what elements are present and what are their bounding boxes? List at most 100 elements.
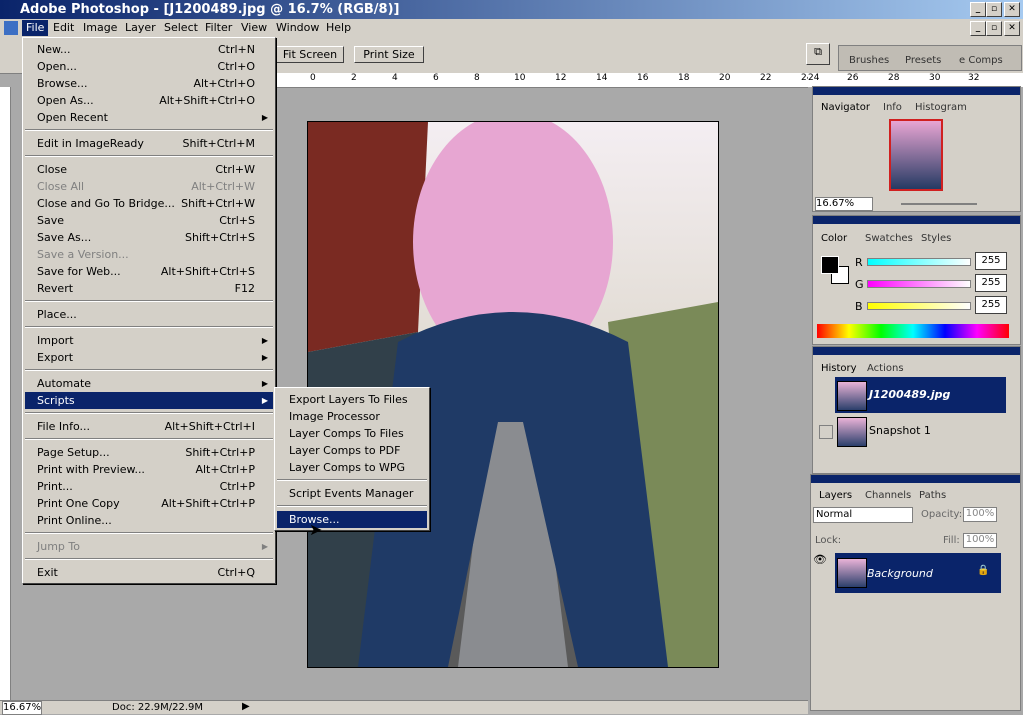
item-shortcut: Alt+Shift+Ctrl+P xyxy=(161,497,255,510)
menu-item-print-online[interactable]: Print Online... xyxy=(25,512,273,529)
restore-icon[interactable]: ▫ xyxy=(986,2,1002,17)
r-slider[interactable] xyxy=(867,258,971,266)
menu-item-file-info[interactable]: File Info... Alt+Shift+Ctrl+I xyxy=(25,418,273,435)
menu-item-close-go-to-bridge[interactable]: Close and Go To Bridge... Shift+Ctrl+W xyxy=(25,195,273,212)
r-value-field[interactable]: 255 xyxy=(975,252,1007,270)
menu-separator xyxy=(25,558,273,560)
menu-item-import[interactable]: Import ▶ xyxy=(25,332,273,349)
item-shortcut: Alt+Ctrl+P xyxy=(195,463,255,476)
doc-restore-icon[interactable]: ▫ xyxy=(986,21,1002,36)
menu-item-layer-comps-to-files[interactable]: Layer Comps To Files xyxy=(277,425,427,442)
foreground-color-swatch[interactable] xyxy=(821,256,839,274)
item-label: Print One Copy xyxy=(37,497,120,510)
menu-item-place[interactable]: Place... xyxy=(25,306,273,323)
app-icon[interactable] xyxy=(4,21,18,35)
blend-mode-select[interactable]: Normal xyxy=(813,507,913,523)
g-value-field[interactable]: 255 xyxy=(975,274,1007,292)
status-arrow-icon[interactable]: ▶ xyxy=(242,701,250,712)
item-label: Automate xyxy=(37,377,92,390)
palette-titlebar xyxy=(813,347,1020,355)
menu-item-save-for-web[interactable]: Save for Web... Alt+Shift+Ctrl+S xyxy=(25,263,273,280)
doc-minimize-icon[interactable]: _ xyxy=(970,21,986,36)
menu-item-open-as[interactable]: Open As... Alt+Shift+Ctrl+O xyxy=(25,92,273,109)
item-label: Edit in ImageReady xyxy=(37,137,144,150)
fit-screen-button[interactable]: Fit Screen xyxy=(276,46,344,63)
tab-layers[interactable]: Layers xyxy=(815,489,857,502)
item-label: Save a Version... xyxy=(37,248,129,261)
palette-titlebar xyxy=(813,87,1020,95)
menu-layer[interactable]: Layer xyxy=(121,20,160,36)
menu-item-close[interactable]: Close Ctrl+W xyxy=(25,161,273,178)
menu-item-export-layers-to-files[interactable]: Export Layers To Files xyxy=(277,391,427,408)
menu-view[interactable]: View xyxy=(237,20,271,36)
menu-item-scripts[interactable]: Scripts ▶ xyxy=(25,392,273,409)
tab-presets[interactable]: Presets xyxy=(901,54,945,67)
menu-item-layer-comps-to-pdf[interactable]: Layer Comps to PDF xyxy=(277,442,427,459)
history-source-checkbox[interactable] xyxy=(819,425,833,439)
menu-item-revert[interactable]: Revert F12 xyxy=(25,280,273,297)
navigator-zoom-slider[interactable] xyxy=(901,203,977,205)
menu-item-browse-scripts[interactable]: Browse... xyxy=(277,511,427,528)
minimize-icon[interactable]: _ xyxy=(970,2,986,17)
menu-select[interactable]: Select xyxy=(160,20,202,36)
print-size-button[interactable]: Print Size xyxy=(354,46,424,63)
menu-item-automate[interactable]: Automate ▶ xyxy=(25,375,273,392)
tab-styles[interactable]: Styles xyxy=(917,232,955,245)
menu-help[interactable]: Help xyxy=(322,20,355,36)
menu-item-open[interactable]: Open... Ctrl+O xyxy=(25,58,273,75)
menu-file[interactable]: File xyxy=(22,20,49,36)
menu-item-browse[interactable]: Browse... Alt+Ctrl+O xyxy=(25,75,273,92)
menu-item-script-events-manager[interactable]: Script Events Manager xyxy=(277,485,427,502)
fill-field[interactable]: 100% xyxy=(963,533,997,548)
doc-close-icon[interactable]: ✕ xyxy=(1004,21,1020,36)
tab-brushes[interactable]: Brushes xyxy=(845,54,893,67)
b-value-field[interactable]: 255 xyxy=(975,296,1007,314)
menu-item-print[interactable]: Print... Ctrl+P xyxy=(25,478,273,495)
tab-histogram[interactable]: Histogram xyxy=(911,101,971,114)
tab-layer-comps[interactable]: e Comps xyxy=(955,54,1007,67)
history-item-snapshot-source[interactable]: J1200489.jpg xyxy=(835,377,1006,413)
menu-item-save[interactable]: Save Ctrl+S xyxy=(25,212,273,229)
navigator-zoom-field[interactable]: 16.67% xyxy=(815,197,873,211)
menu-image[interactable]: Image xyxy=(79,20,121,36)
visibility-eye-icon[interactable]: 👁 xyxy=(813,553,833,593)
menu-window[interactable]: Window xyxy=(272,20,323,36)
menu-item-export[interactable]: Export ▶ xyxy=(25,349,273,366)
item-label: Print... xyxy=(37,480,73,493)
tab-channels[interactable]: Channels xyxy=(861,489,915,502)
tab-paths[interactable]: Paths xyxy=(915,489,950,502)
navigator-thumbnail[interactable] xyxy=(889,119,943,191)
menu-item-image-processor[interactable]: Image Processor xyxy=(277,408,427,425)
opacity-field[interactable]: 100% xyxy=(963,507,997,522)
tab-info[interactable]: Info xyxy=(879,101,906,114)
menu-item-page-setup[interactable]: Page Setup... Shift+Ctrl+P xyxy=(25,444,273,461)
color-spectrum-bar[interactable] xyxy=(817,324,1009,338)
menu-item-edit-in-imageready[interactable]: Edit in ImageReady Shift+Ctrl+M xyxy=(25,135,273,152)
item-shortcut: F12 xyxy=(234,282,255,295)
menu-item-print-with-preview[interactable]: Print with Preview... Alt+Ctrl+P xyxy=(25,461,273,478)
menu-item-new[interactable]: New... Ctrl+N xyxy=(25,41,273,58)
close-icon[interactable]: ✕ xyxy=(1004,2,1020,17)
item-shortcut: Shift+Ctrl+P xyxy=(185,446,255,459)
tab-actions[interactable]: Actions xyxy=(863,362,908,375)
menu-item-layer-comps-to-wpg[interactable]: Layer Comps to WPG xyxy=(277,459,427,476)
menu-item-print-one-copy[interactable]: Print One Copy Alt+Shift+Ctrl+P xyxy=(25,495,273,512)
layer-row-background[interactable]: Background 🔒 xyxy=(835,553,1001,593)
item-label: Image Processor xyxy=(289,410,380,423)
layers-palette: Layers Channels Paths Normal Opacity: 10… xyxy=(810,474,1021,711)
status-doc-size: Doc: 22.9M/22.9M xyxy=(112,702,204,713)
menu-edit[interactable]: Edit xyxy=(49,20,78,36)
g-slider[interactable] xyxy=(867,280,971,288)
menu-filter[interactable]: Filter xyxy=(201,20,236,36)
palette-well-icon[interactable]: ⧉ xyxy=(806,43,830,65)
menu-item-exit[interactable]: Exit Ctrl+Q xyxy=(25,564,273,581)
menu-item-open-recent[interactable]: Open Recent ▶ xyxy=(25,109,273,126)
tab-color[interactable]: Color xyxy=(817,232,852,245)
history-item-snapshot-1[interactable]: Snapshot 1 xyxy=(835,413,1006,449)
b-slider[interactable] xyxy=(867,302,971,310)
tab-swatches[interactable]: Swatches xyxy=(861,232,917,245)
tab-navigator[interactable]: Navigator xyxy=(817,101,874,114)
menu-item-save-as[interactable]: Save As... Shift+Ctrl+S xyxy=(25,229,273,246)
tab-history[interactable]: History xyxy=(817,362,861,375)
item-label: Save for Web... xyxy=(37,265,121,278)
